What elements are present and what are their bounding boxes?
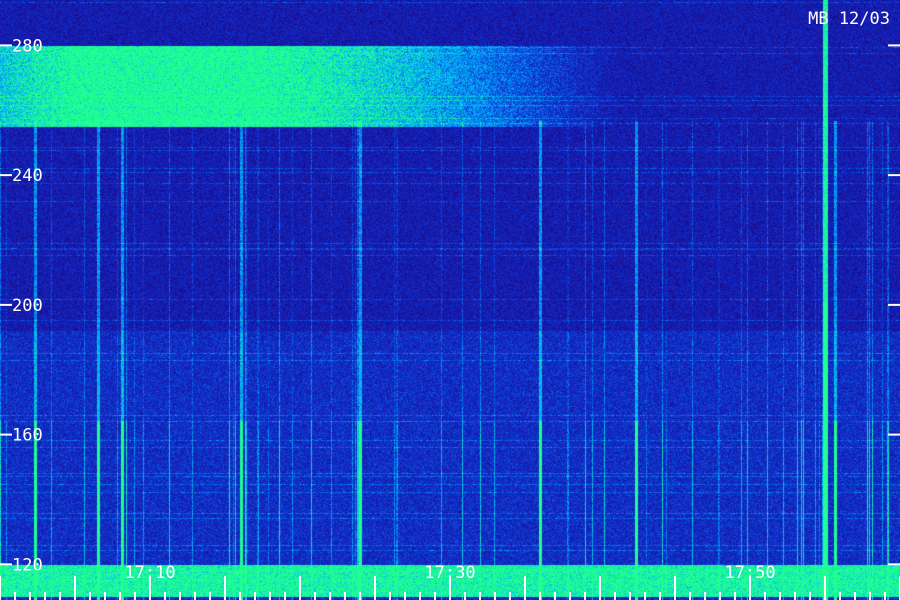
y-tick-label: 160 [12,426,43,446]
y-tick-label: 280 [12,36,43,56]
chart-title: MB 12/03 [808,9,890,29]
y-tick-label: 200 [12,296,43,316]
spectrogram-chart: MB 12/03 280 240 200 160 120 17:10 17:30 17:50 [0,0,900,600]
x-tick-label: 17:30 [424,563,475,583]
x-tick-label: 17:10 [124,563,175,583]
x-tick-label: 17:50 [724,563,775,583]
y-axis: 280 240 200 160 120 [0,36,900,575]
y-tick-label: 120 [12,555,43,575]
y-tick-label: 240 [12,166,43,186]
chart-overlay: MB 12/03 280 240 200 160 120 17:10 17:30 17:50 [0,9,900,600]
x-axis: 17:10 17:30 17:50 [0,563,900,600]
